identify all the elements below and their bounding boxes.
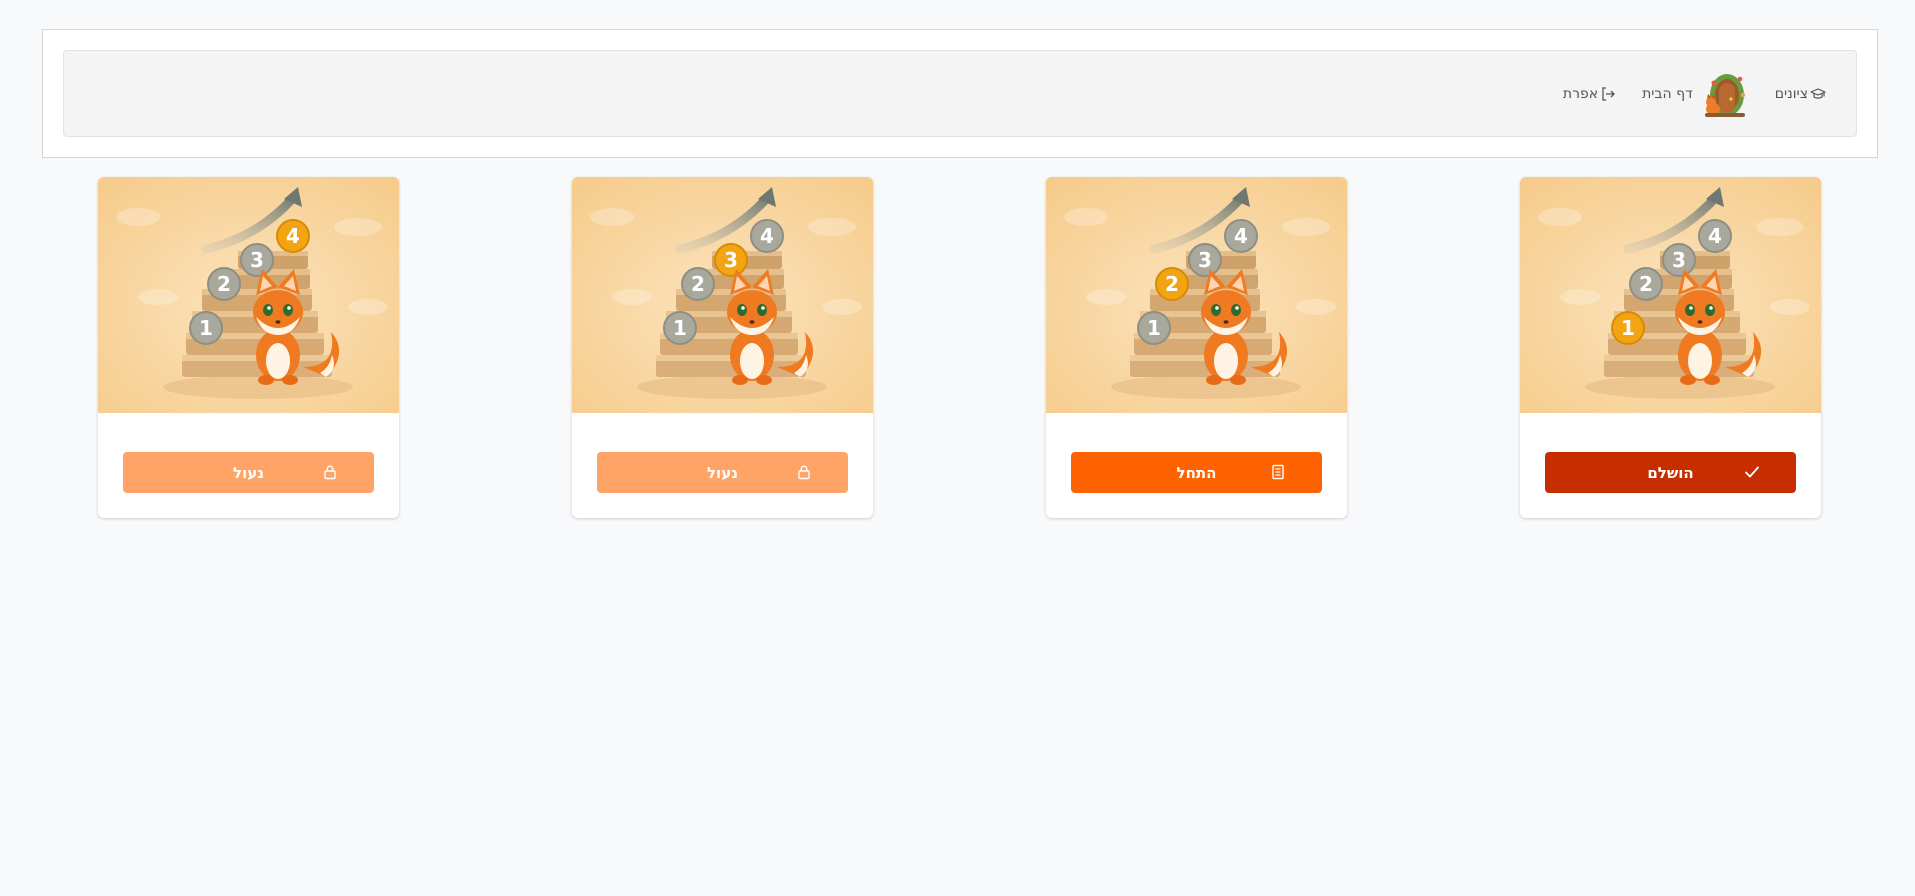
step-coin-4: 4 — [750, 219, 784, 253]
home-label: דף הבית — [1642, 86, 1693, 102]
step-number: 1 — [1621, 316, 1635, 340]
step-coin-1: 1 — [1611, 311, 1645, 345]
stage-start-button[interactable]: התחל — [1071, 452, 1322, 493]
grades-link[interactable]: ציונים — [1775, 86, 1826, 102]
step-coin-4: 4 — [276, 219, 310, 253]
step-coin-1: 1 — [663, 311, 697, 345]
button-label: נעול — [232, 463, 264, 482]
step-number: 2 — [1165, 272, 1179, 296]
stage-locked-button[interactable]: נעול — [123, 452, 374, 493]
logout-icon — [1602, 87, 1616, 101]
lock-icon — [322, 464, 338, 484]
step-number: 2 — [1639, 272, 1653, 296]
stairs-fox-illustration: 1 2 3 4 — [1520, 177, 1821, 413]
step-number: 3 — [724, 248, 738, 272]
nav-bar: אפרת דף הבית ציונים — [63, 50, 1857, 137]
stage-locked-button[interactable]: נעול — [597, 452, 848, 493]
home-link[interactable]: דף הבית — [1642, 69, 1749, 119]
step-number: 2 — [217, 272, 231, 296]
step-number: 2 — [691, 272, 705, 296]
step-number: 3 — [1672, 248, 1686, 272]
step-coin-3: 3 — [1662, 243, 1696, 277]
step-coin-2: 2 — [1155, 267, 1189, 301]
step-coin-3: 3 — [240, 243, 274, 277]
step-number: 4 — [286, 224, 300, 248]
step-coin-1: 1 — [189, 311, 223, 345]
stairs-fox-illustration: 1 2 3 4 — [572, 177, 873, 413]
step-number: 3 — [250, 248, 264, 272]
step-coin-1: 1 — [1137, 311, 1171, 345]
button-label: הושלם — [1647, 463, 1694, 482]
step-number: 1 — [673, 316, 687, 340]
stage-card-4: 1 2 3 4 נעול — [98, 177, 399, 518]
step-coin-4: 4 — [1698, 219, 1732, 253]
step-coin-2: 2 — [681, 267, 715, 301]
check-icon — [1744, 464, 1760, 484]
user-name: אפרת — [1562, 86, 1599, 102]
step-coin-3: 3 — [1188, 243, 1222, 277]
step-number: 4 — [1708, 224, 1722, 248]
document-icon — [1270, 464, 1286, 484]
grades-label: ציונים — [1774, 86, 1808, 102]
nav-menu: אפרת דף הבית ציונים — [1563, 69, 1826, 119]
step-number: 4 — [1234, 224, 1248, 248]
button-label: נעול — [706, 463, 738, 482]
step-coin-3: 3 — [714, 243, 748, 277]
step-coin-4: 4 — [1224, 219, 1258, 253]
step-number: 4 — [760, 224, 774, 248]
step-number: 1 — [1147, 316, 1161, 340]
graduation-cap-icon — [1810, 88, 1826, 99]
logo-fox-door-icon — [1704, 74, 1745, 117]
lock-icon — [796, 464, 812, 484]
button-label: התחל — [1176, 463, 1217, 482]
logout-link[interactable]: אפרת — [1563, 86, 1616, 102]
stage-card-1: 1 2 3 4 הושלם — [1520, 177, 1821, 518]
step-number: 3 — [1198, 248, 1212, 272]
step-number: 1 — [199, 316, 213, 340]
stage-completed-button[interactable]: הושלם — [1545, 452, 1796, 493]
step-coin-2: 2 — [207, 267, 241, 301]
stage-card-3: 1 2 3 4 נעול — [572, 177, 873, 518]
stairs-fox-illustration: 1 2 3 4 — [98, 177, 399, 413]
stairs-fox-illustration: 1 2 3 4 — [1046, 177, 1347, 413]
header-bar: אפרת דף הבית ציונים — [42, 29, 1878, 158]
stage-card-2: 1 2 3 4 התחל — [1046, 177, 1347, 518]
step-coin-2: 2 — [1629, 267, 1663, 301]
